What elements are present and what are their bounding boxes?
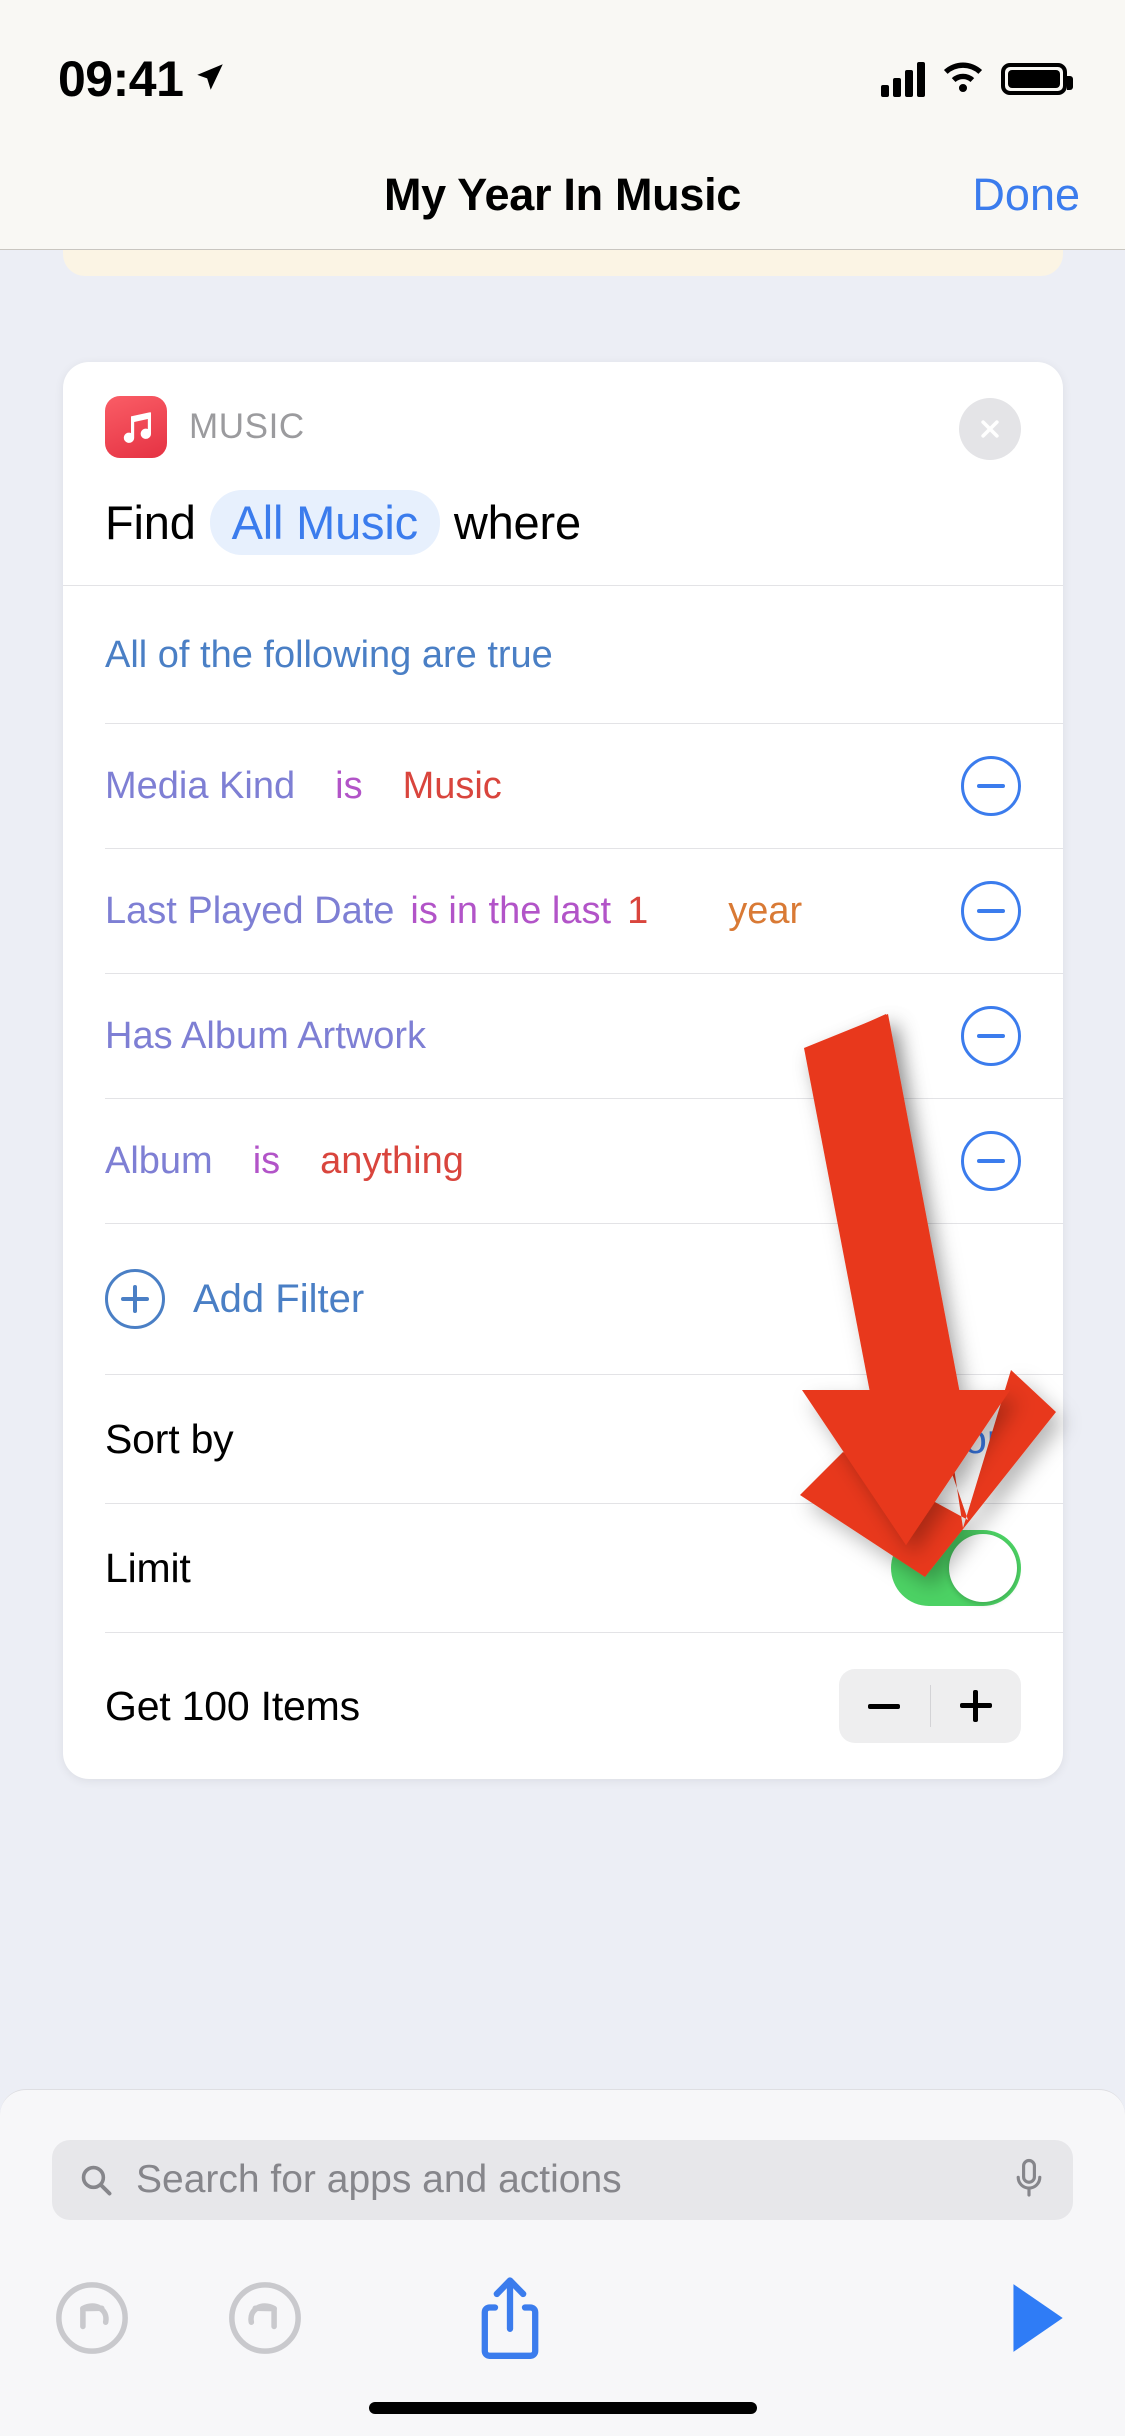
battery-full-icon [1001,63,1073,95]
filter-value[interactable]: anything [320,1140,464,1183]
filter-row[interactable]: Media Kind is Music [63,724,1063,848]
condition-header[interactable]: All of the following are true [63,586,1063,723]
sort-by-label: Sort by [105,1415,234,1462]
music-note-icon [105,396,167,458]
undo-arrow-icon[interactable] [22,2279,162,2357]
sort-by-row[interactable]: Sort by Random [63,1375,1063,1503]
action-card-header: MUSIC Find All Music where [63,362,1063,585]
filter-value[interactable]: 1 [627,890,648,933]
close-circle-icon[interactable] [959,398,1021,460]
status-bar-right [881,60,1073,99]
location-arrow-icon [193,60,227,99]
home-indicator [368,2402,757,2414]
previous-action-card-peek[interactable] [63,250,1063,276]
filter-text: Last Played Date is in the last 1 year [105,890,802,933]
search-bar[interactable]: Search for apps and actions [52,2140,1073,2220]
cellular-bars-icon [881,61,925,97]
app-row: MUSIC [105,396,1021,458]
filter-attribute[interactable]: Last Played Date [105,890,394,933]
app-name-label: MUSIC [189,407,305,446]
search-input[interactable]: Search for apps and actions [136,2158,1011,2202]
get-items-label: Get 100 Items [105,1682,360,1729]
play-icon[interactable] [965,2278,1105,2358]
find-prefix-label: Find [105,496,196,549]
get-items-row[interactable]: Get 100 Items [63,1633,1063,1779]
sort-by-value[interactable]: Random [866,1416,1021,1463]
page-title: My Year In Music [383,168,742,220]
filter-row[interactable]: Last Played Date is in the last 1 year [63,849,1063,973]
filter-text: Media Kind is Music [105,765,502,808]
wifi-icon [941,60,985,99]
filter-operator[interactable]: is [253,1140,280,1183]
minus-circle-icon[interactable] [961,756,1021,816]
filter-attribute[interactable]: Has Album Artwork [105,1015,426,1058]
share-icon[interactable] [440,2273,580,2363]
status-bar: 09:41 [0,0,1125,140]
bottom-panel: Search for apps and actions [0,2089,1125,2436]
filter-attribute[interactable]: Media Kind [105,765,295,808]
plus-icon [959,1690,992,1722]
add-filter-button[interactable]: Add Filter [63,1224,1063,1374]
stepper-decrement-button[interactable] [839,1669,930,1743]
iphone-screen: 09:41 My Year In Music Done MUSIC Find A… [0,0,1125,2436]
limit-label: Limit [105,1544,191,1591]
limit-row[interactable]: Limit [63,1504,1063,1632]
status-bar-left: 09:41 [58,50,227,108]
minus-icon [868,1703,901,1709]
filter-text: Has Album Artwork [105,1015,426,1058]
editor-toolbar [0,2258,1125,2378]
status-bar-clock: 09:41 [58,51,184,107]
minus-circle-icon[interactable] [961,1006,1021,1066]
filter-unit[interactable]: year [728,890,802,933]
filter-text: Album is anything [105,1140,464,1183]
filter-operator[interactable]: is [335,765,362,808]
navigation-bar: My Year In Music Done [0,140,1125,250]
plus-circle-icon [105,1269,165,1329]
find-suffix-label: where [453,496,581,549]
add-filter-label: Add Filter [193,1276,365,1321]
done-button[interactable]: Done [972,169,1080,221]
filter-attribute[interactable]: Album [105,1140,213,1183]
filter-value[interactable]: Music [403,765,502,808]
minus-circle-icon[interactable] [961,881,1021,941]
toggle-knob [949,1534,1017,1602]
search-icon [78,2162,114,2198]
filter-row[interactable]: Has Album Artwork [63,974,1063,1098]
find-target-pill[interactable]: All Music [209,490,440,555]
redo-arrow-icon[interactable] [195,2279,335,2357]
find-statement-row: Find All Music where [105,490,1021,555]
stepper-increment-button[interactable] [931,1669,1022,1743]
filter-row[interactable]: Album is anything [63,1099,1063,1223]
find-music-action-card: MUSIC Find All Music where All of the fo… [63,362,1063,1779]
limit-toggle[interactable] [891,1530,1021,1606]
minus-circle-icon[interactable] [961,1131,1021,1191]
item-count-stepper[interactable] [839,1669,1021,1743]
microphone-icon[interactable] [1011,2157,1047,2203]
filter-operator[interactable]: is in the last [410,890,611,933]
